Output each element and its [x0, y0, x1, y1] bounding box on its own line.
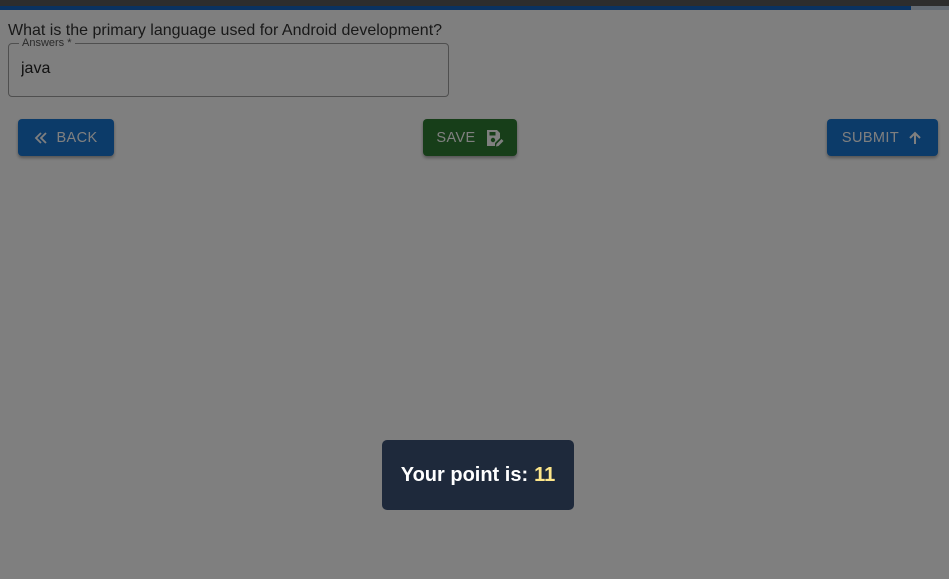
score-value: 11: [534, 463, 556, 486]
quiz-page: What is the primary language used for An…: [0, 0, 949, 579]
score-toast: Your point is: 11: [382, 440, 574, 510]
score-label: Your point is:: [400, 463, 529, 486]
